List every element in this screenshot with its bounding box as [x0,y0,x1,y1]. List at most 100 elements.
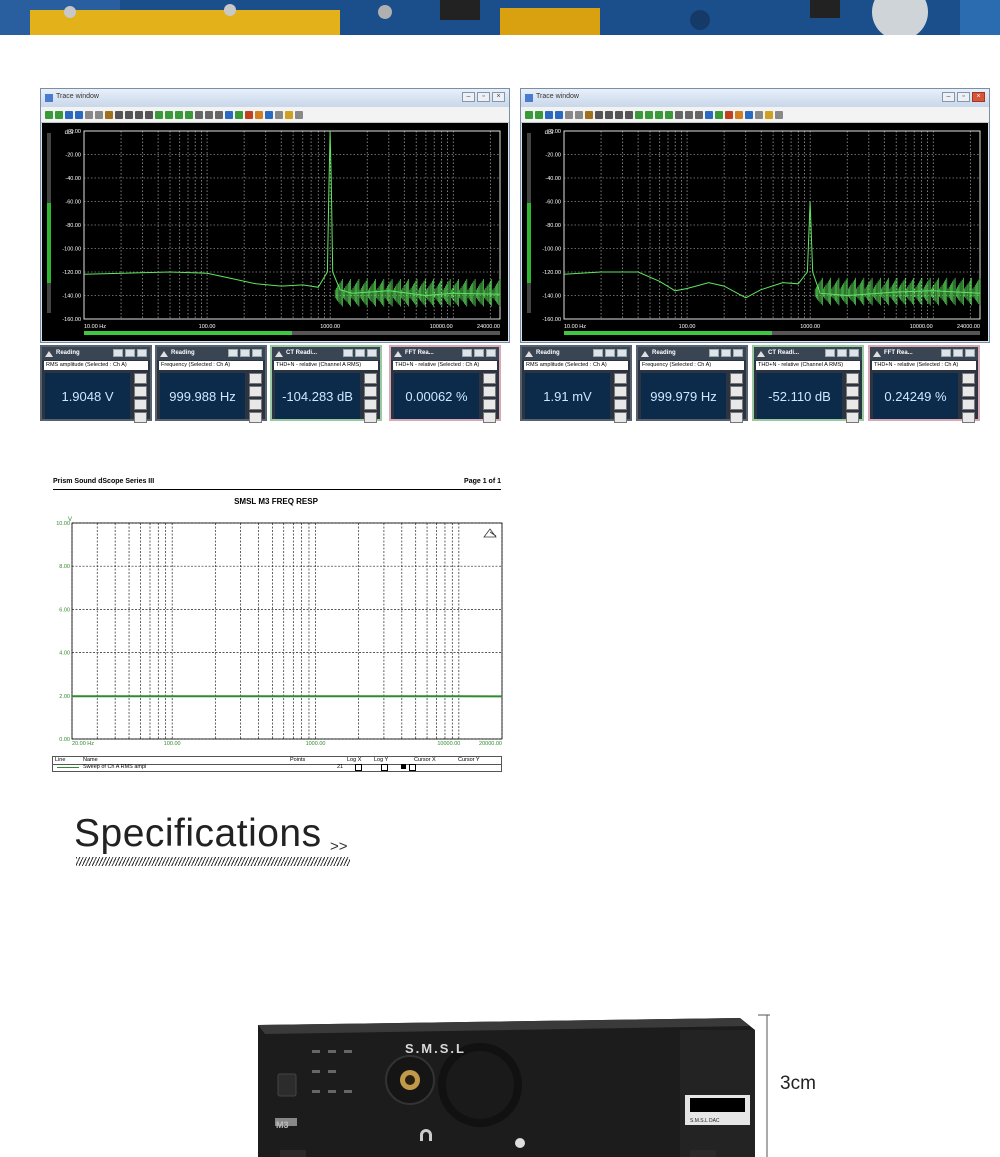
trace-tool-icon[interactable] [695,110,703,119]
restore-icon[interactable] [125,349,135,357]
minimize-icon[interactable] [343,349,353,357]
trace-tool-icon[interactable] [755,110,763,119]
trace-tool-icon[interactable] [145,110,153,119]
trace-tool-icon[interactable] [635,110,643,119]
trace-tool-icon[interactable] [215,110,223,119]
trace-tool-icon[interactable] [105,110,113,119]
trace-tool-icon[interactable] [165,110,173,119]
trace-tool-icon[interactable] [85,110,93,119]
trace-tool-icon[interactable] [765,110,773,119]
close-icon[interactable] [965,349,975,357]
trace-tool-icon[interactable] [775,110,783,119]
trace-tool-icon[interactable] [65,110,73,119]
graph-icon[interactable] [730,399,743,410]
restore-icon[interactable] [474,349,484,357]
trace-tool-icon[interactable] [615,110,623,119]
trace-tool-icon[interactable] [45,110,53,119]
trace-tool-icon[interactable] [245,110,253,119]
settings-icon[interactable] [364,386,377,397]
list-icon[interactable] [614,412,627,423]
minimize-icon[interactable]: – [462,92,475,102]
trace-tool-icon[interactable] [265,110,273,119]
settings-icon[interactable] [614,386,627,397]
trace-tool-icon[interactable] [565,110,573,119]
meter-icon[interactable] [364,373,377,384]
minimize-icon[interactable] [709,349,719,357]
trace-tool-icon[interactable] [665,110,673,119]
trace-tool-icon[interactable] [685,110,693,119]
trace-tool-icon[interactable] [585,110,593,119]
trace-tool-icon[interactable] [535,110,543,119]
meter-icon[interactable] [846,373,859,384]
trace-tool-icon[interactable] [125,110,133,119]
trace-tool-icon[interactable] [295,110,303,119]
cursor-checkbox[interactable] [401,764,406,769]
minimize-icon[interactable] [825,349,835,357]
settings-icon[interactable] [846,386,859,397]
graph-icon[interactable] [134,399,147,410]
minimize-icon[interactable] [228,349,238,357]
trace-tool-icon[interactable] [655,110,663,119]
trace-tool-icon[interactable] [75,110,83,119]
minimize-icon[interactable] [113,349,123,357]
trace-tool-icon[interactable] [195,110,203,119]
trace-tool-icon[interactable] [725,110,733,119]
trace-tool-icon[interactable] [575,110,583,119]
restore-icon[interactable]: ▫ [957,92,970,102]
graph-icon[interactable] [483,399,496,410]
close-icon[interactable]: × [492,92,505,102]
graph-icon[interactable] [249,399,262,410]
restore-icon[interactable] [837,349,847,357]
trace-tool-icon[interactable] [255,110,263,119]
minimize-icon[interactable] [593,349,603,357]
restore-icon[interactable] [355,349,365,357]
trace-tool-icon[interactable] [605,110,613,119]
settings-icon[interactable] [962,386,975,397]
close-icon[interactable] [137,349,147,357]
trace-tool-icon[interactable] [95,110,103,119]
list-icon[interactable] [730,412,743,423]
settings-icon[interactable] [134,386,147,397]
trace-tool-icon[interactable] [745,110,753,119]
meter-icon[interactable] [483,373,496,384]
meter-icon[interactable] [962,373,975,384]
list-icon[interactable] [483,412,496,423]
trace-tool-icon[interactable] [705,110,713,119]
trace-tool-icon[interactable] [275,110,283,119]
trace-tool-icon[interactable] [675,110,683,119]
trace-tool-icon[interactable] [625,110,633,119]
meter-icon[interactable] [249,373,262,384]
restore-icon[interactable] [240,349,250,357]
minimize-icon[interactable] [462,349,472,357]
meter-icon[interactable] [614,373,627,384]
trace-tool-icon[interactable] [235,110,243,119]
trace-tool-icon[interactable] [175,110,183,119]
list-icon[interactable] [962,412,975,423]
trace-tool-icon[interactable] [595,110,603,119]
settings-icon[interactable] [249,386,262,397]
meter-icon[interactable] [730,373,743,384]
trace-tool-icon[interactable] [55,110,63,119]
minimize-icon[interactable] [941,349,951,357]
trace-tool-icon[interactable] [645,110,653,119]
trace-tool-icon[interactable] [285,110,293,119]
log-x-checkbox[interactable] [355,764,362,771]
close-icon[interactable] [486,349,496,357]
list-icon[interactable] [846,412,859,423]
settings-icon[interactable] [483,386,496,397]
close-icon[interactable] [849,349,859,357]
close-icon[interactable] [733,349,743,357]
meter-icon[interactable] [134,373,147,384]
trace-tool-icon[interactable] [155,110,163,119]
list-icon[interactable] [249,412,262,423]
settings-icon[interactable] [730,386,743,397]
cursor-checkbox[interactable] [409,764,416,771]
minimize-icon[interactable]: – [942,92,955,102]
graph-icon[interactable] [614,399,627,410]
graph-icon[interactable] [364,399,377,410]
restore-icon[interactable]: ▫ [477,92,490,102]
close-icon[interactable] [367,349,377,357]
trace-tool-icon[interactable] [715,110,723,119]
trace-tool-icon[interactable] [555,110,563,119]
restore-icon[interactable] [721,349,731,357]
